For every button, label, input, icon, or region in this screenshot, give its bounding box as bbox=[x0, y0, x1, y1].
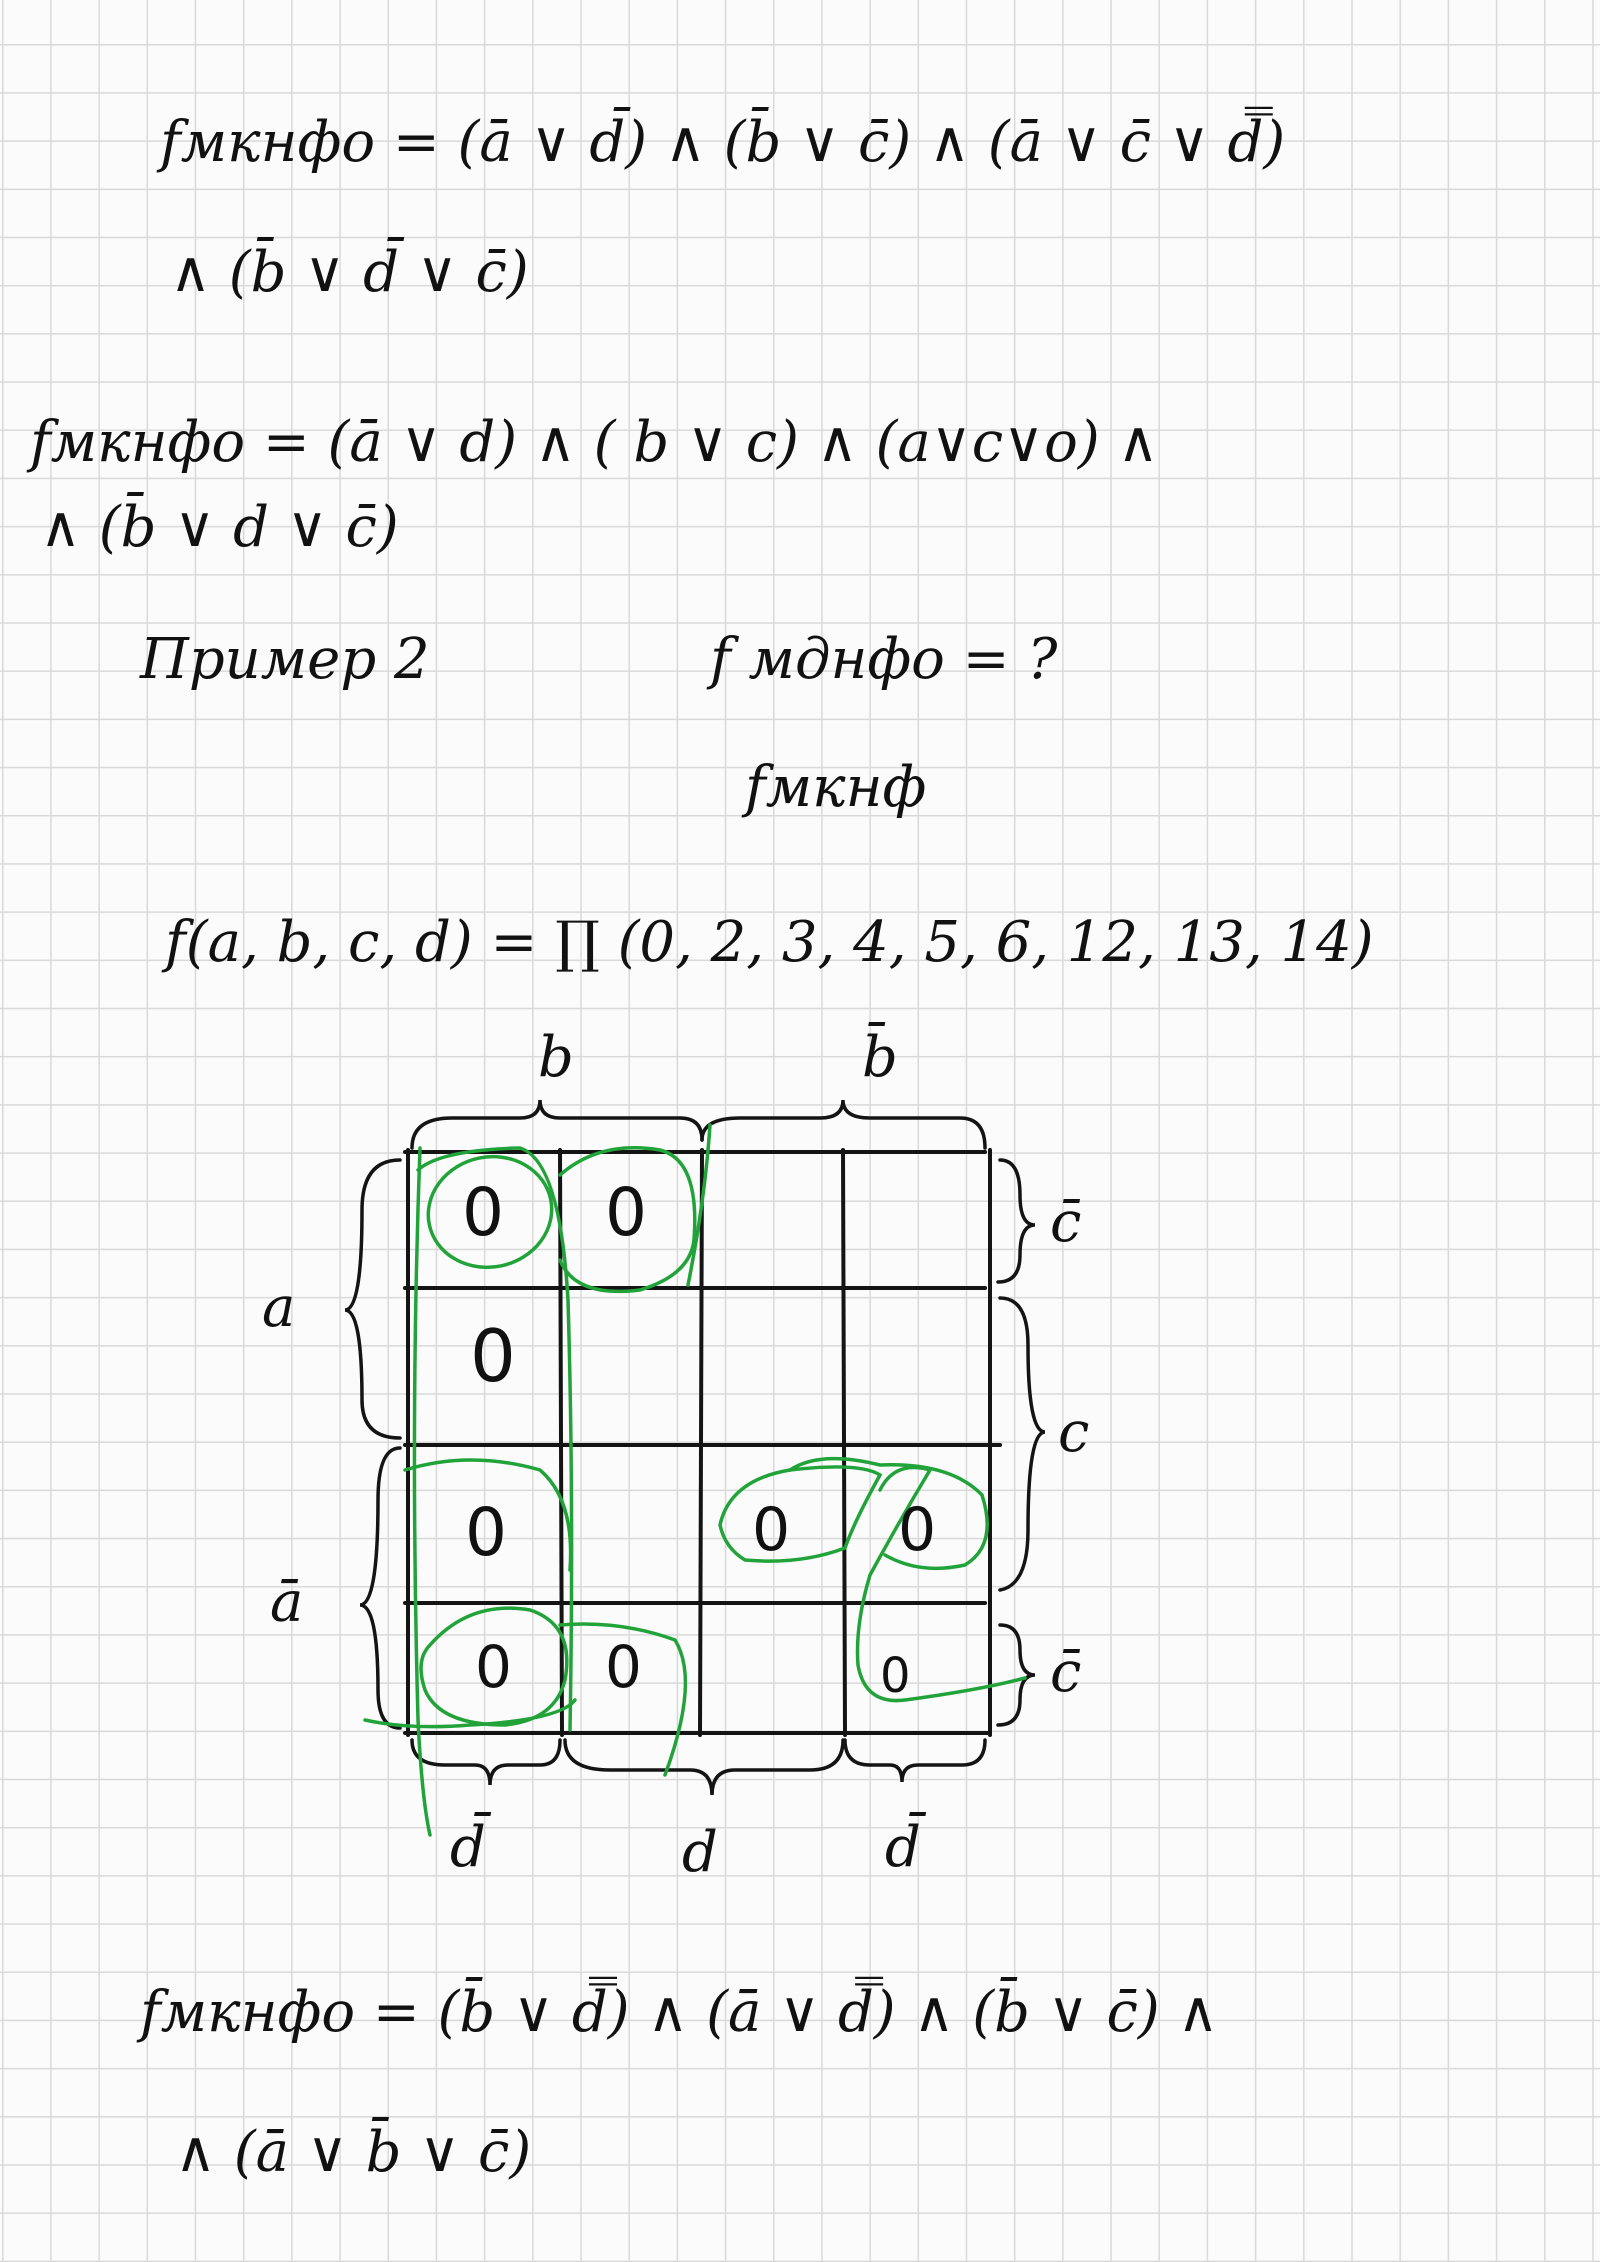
brace-bottom-d-bar-1 bbox=[410, 1738, 562, 1786]
kmap-label-bottom-d-bar-1: d̄ bbox=[450, 1815, 486, 1880]
kmap-grid-line bbox=[841, 1148, 847, 1737]
kmap-cell: 0 bbox=[752, 1495, 791, 1565]
kmap-cell: 0 bbox=[470, 1314, 516, 1398]
kmap-cell: 0 bbox=[465, 1494, 507, 1571]
kmap-label-right-c-bar-2: c̄ bbox=[1050, 1640, 1082, 1705]
brace-top-b-bar bbox=[700, 1099, 987, 1150]
kmap-cell: 0 bbox=[605, 1633, 642, 1701]
karnaugh-map bbox=[344, 1099, 1046, 1837]
brace-right-c bbox=[998, 1296, 1046, 1592]
kmap-cell: 0 bbox=[462, 1174, 504, 1251]
group-loop-cell bbox=[718, 1465, 883, 1563]
kmap-grid-line bbox=[698, 1148, 704, 1737]
brace-left-a bbox=[344, 1158, 402, 1440]
brace-left-a-bar bbox=[359, 1446, 402, 1730]
kmap-cell: 0 bbox=[605, 1174, 647, 1251]
kmap-cell: 0 bbox=[880, 1648, 911, 1704]
brace-top-b bbox=[410, 1099, 704, 1150]
brace-bottom-d bbox=[563, 1738, 845, 1796]
kmap-label-right-c-bar-1: c̄ bbox=[1050, 1190, 1082, 1255]
kmap-label-left-a: a bbox=[262, 1275, 296, 1340]
kmap-label-bottom-d-bar-2: d̄ bbox=[885, 1815, 921, 1880]
brace-right-c-bar-2 bbox=[996, 1623, 1036, 1727]
brace-bottom-d-bar-2 bbox=[843, 1738, 987, 1783]
kmap-label-bottom-d: d bbox=[682, 1820, 718, 1885]
brace-right-c-bar-1 bbox=[996, 1158, 1036, 1284]
kmap-label-top-b: b bbox=[538, 1025, 574, 1090]
group-loop-stroke bbox=[686, 1123, 712, 1287]
group-loop-stroke bbox=[788, 1456, 989, 1571]
kmap-label-left-a-bar: ā bbox=[270, 1570, 304, 1635]
kmap-label-right-c: c bbox=[1058, 1400, 1090, 1465]
kmap-cell: 0 bbox=[898, 1495, 937, 1565]
kmap-label-top-b-bar: b̄ bbox=[862, 1025, 898, 1090]
kmap-cell: 0 bbox=[475, 1633, 512, 1701]
